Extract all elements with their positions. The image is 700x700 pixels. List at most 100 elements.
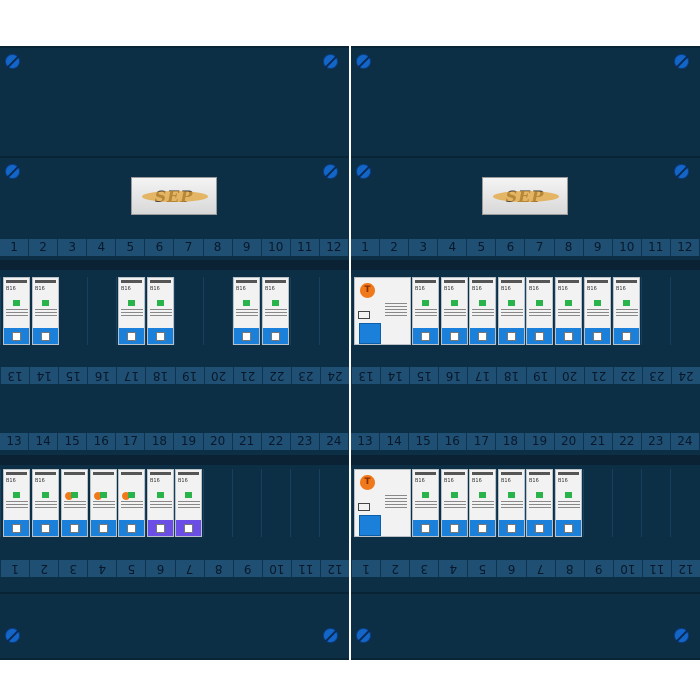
breaker-toggle[interactable] [41, 524, 50, 533]
circuit-breaker[interactable]: B16 [555, 277, 582, 345]
circuit-number: 6 [496, 560, 526, 577]
circuit-number: 18 [145, 367, 175, 384]
residual-current-device[interactable]: T [354, 469, 411, 537]
circuit-number: 1 [0, 239, 30, 256]
breaker-toggle[interactable] [99, 524, 108, 533]
top-row-lower-strip: 24 23 22 21 20 19 18 17 16 15 14 13 [0, 367, 349, 384]
circuit-breaker[interactable]: B16 [3, 277, 30, 345]
circuit-breaker[interactable]: B16 [233, 277, 260, 345]
circuit-breaker[interactable]: B16 [584, 277, 611, 345]
circuit-breaker[interactable]: B16 [526, 277, 553, 345]
breaker-toggle[interactable] [127, 332, 136, 341]
breaker-toggle[interactable] [156, 332, 165, 341]
circuit-number: 21 [232, 367, 262, 384]
top-row-number-strip: 1 2 3 4 5 6 7 8 9 10 11 12 [351, 239, 700, 256]
breaker-toggle[interactable] [12, 332, 21, 341]
circuit-number: 10 [612, 560, 642, 577]
bottom-cover [0, 592, 349, 660]
circuit-number: 22 [613, 433, 642, 450]
circuit-number: 17 [467, 433, 497, 450]
test-button[interactable]: T [360, 475, 375, 490]
breaker-toggle[interactable] [242, 332, 251, 341]
breaker-toggle[interactable] [421, 524, 430, 533]
circuit-breaker[interactable]: B16 [498, 469, 525, 537]
empty-slot [641, 277, 668, 345]
circuit-number: 18 [496, 433, 526, 450]
module-print [385, 303, 407, 304]
status-led [536, 492, 543, 498]
circuit-number: 5 [467, 239, 497, 256]
circuit-breaker[interactable]: B16 [3, 469, 30, 537]
circuit-number: 12 [670, 560, 700, 577]
circuit-breaker[interactable]: B16 [262, 277, 289, 345]
rcd-toggle[interactable] [359, 515, 381, 536]
breaker-toggle[interactable] [156, 524, 165, 533]
breaker-toggle[interactable] [535, 524, 544, 533]
screw-icon [356, 164, 371, 179]
circuit-breaker[interactable] [61, 469, 88, 537]
circuit-breaker[interactable]: B16 [32, 277, 59, 345]
circuit-breaker[interactable]: B16 [613, 277, 640, 345]
status-led [157, 492, 164, 498]
circuit-breaker[interactable]: B16 [469, 469, 496, 537]
screw-icon [323, 164, 338, 179]
circuit-number: 5 [467, 560, 497, 577]
rcd-toggle[interactable] [359, 323, 381, 344]
circuit-breaker[interactable]: B16 [526, 469, 553, 537]
surge-protector[interactable]: B16 [175, 469, 202, 537]
circuit-number: 20 [203, 367, 233, 384]
breaker-toggle[interactable] [507, 524, 516, 533]
status-led [594, 300, 601, 306]
circuit-breaker[interactable]: B16 [412, 277, 439, 345]
circuit-breaker[interactable]: B16 [498, 277, 525, 345]
test-button[interactable]: T [360, 283, 375, 298]
breaker-toggle[interactable] [450, 524, 459, 533]
status-led [71, 492, 78, 498]
circuit-breaker[interactable]: B16 [441, 469, 468, 537]
circuit-breaker[interactable]: B16 [118, 277, 145, 345]
breaker-rating: B16 [178, 478, 188, 484]
circuit-number: 8 [204, 239, 233, 256]
circuit-breaker[interactable]: B16 [147, 277, 174, 345]
circuit-number: 16 [438, 367, 468, 384]
breaker-toggle[interactable] [593, 332, 602, 341]
breaker-toggle[interactable] [507, 332, 516, 341]
breaker-toggle[interactable] [41, 332, 50, 341]
circuit-breaker[interactable]: B16 [412, 469, 439, 537]
circuit-breaker[interactable] [90, 469, 117, 537]
module-print [150, 309, 172, 310]
circuit-number: 21 [583, 367, 613, 384]
breaker-toggle[interactable] [564, 332, 573, 341]
circuit-breaker[interactable]: B16 [32, 469, 59, 537]
status-led [128, 300, 135, 306]
breaker-rating: B16 [150, 286, 160, 292]
breaker-toggle[interactable] [450, 332, 459, 341]
top-row-number-strip: 1 2 3 4 5 6 7 8 9 10 11 12 [0, 239, 349, 256]
empty-slot [203, 277, 230, 345]
breaker-toggle[interactable] [622, 332, 631, 341]
breaker-toggle[interactable] [184, 524, 193, 533]
circuit-breaker[interactable]: B16 [469, 277, 496, 345]
circuit-breaker[interactable] [118, 469, 145, 537]
surge-protector[interactable]: B16 [147, 469, 174, 537]
breaker-toggle[interactable] [564, 524, 573, 533]
breaker-rating: B16 [415, 286, 425, 292]
breaker-toggle[interactable] [535, 332, 544, 341]
circuit-number: 9 [584, 239, 613, 256]
breaker-toggle[interactable] [478, 332, 487, 341]
breaker-toggle[interactable] [12, 524, 21, 533]
breaker-toggle[interactable] [127, 524, 136, 533]
circuit-breaker[interactable]: B16 [441, 277, 468, 345]
breaker-toggle[interactable] [478, 524, 487, 533]
breaker-rating: B16 [529, 478, 539, 484]
residual-current-device[interactable]: T [354, 277, 411, 345]
brand-logo: SEP [131, 177, 217, 215]
breaker-toggle[interactable] [70, 524, 79, 533]
breaker-toggle[interactable] [421, 332, 430, 341]
status-led [13, 492, 20, 498]
module-print [6, 309, 28, 310]
module-print [6, 501, 28, 502]
circuit-breaker[interactable]: B16 [555, 469, 582, 537]
breaker-toggle[interactable] [271, 332, 280, 341]
module-header [558, 472, 579, 475]
